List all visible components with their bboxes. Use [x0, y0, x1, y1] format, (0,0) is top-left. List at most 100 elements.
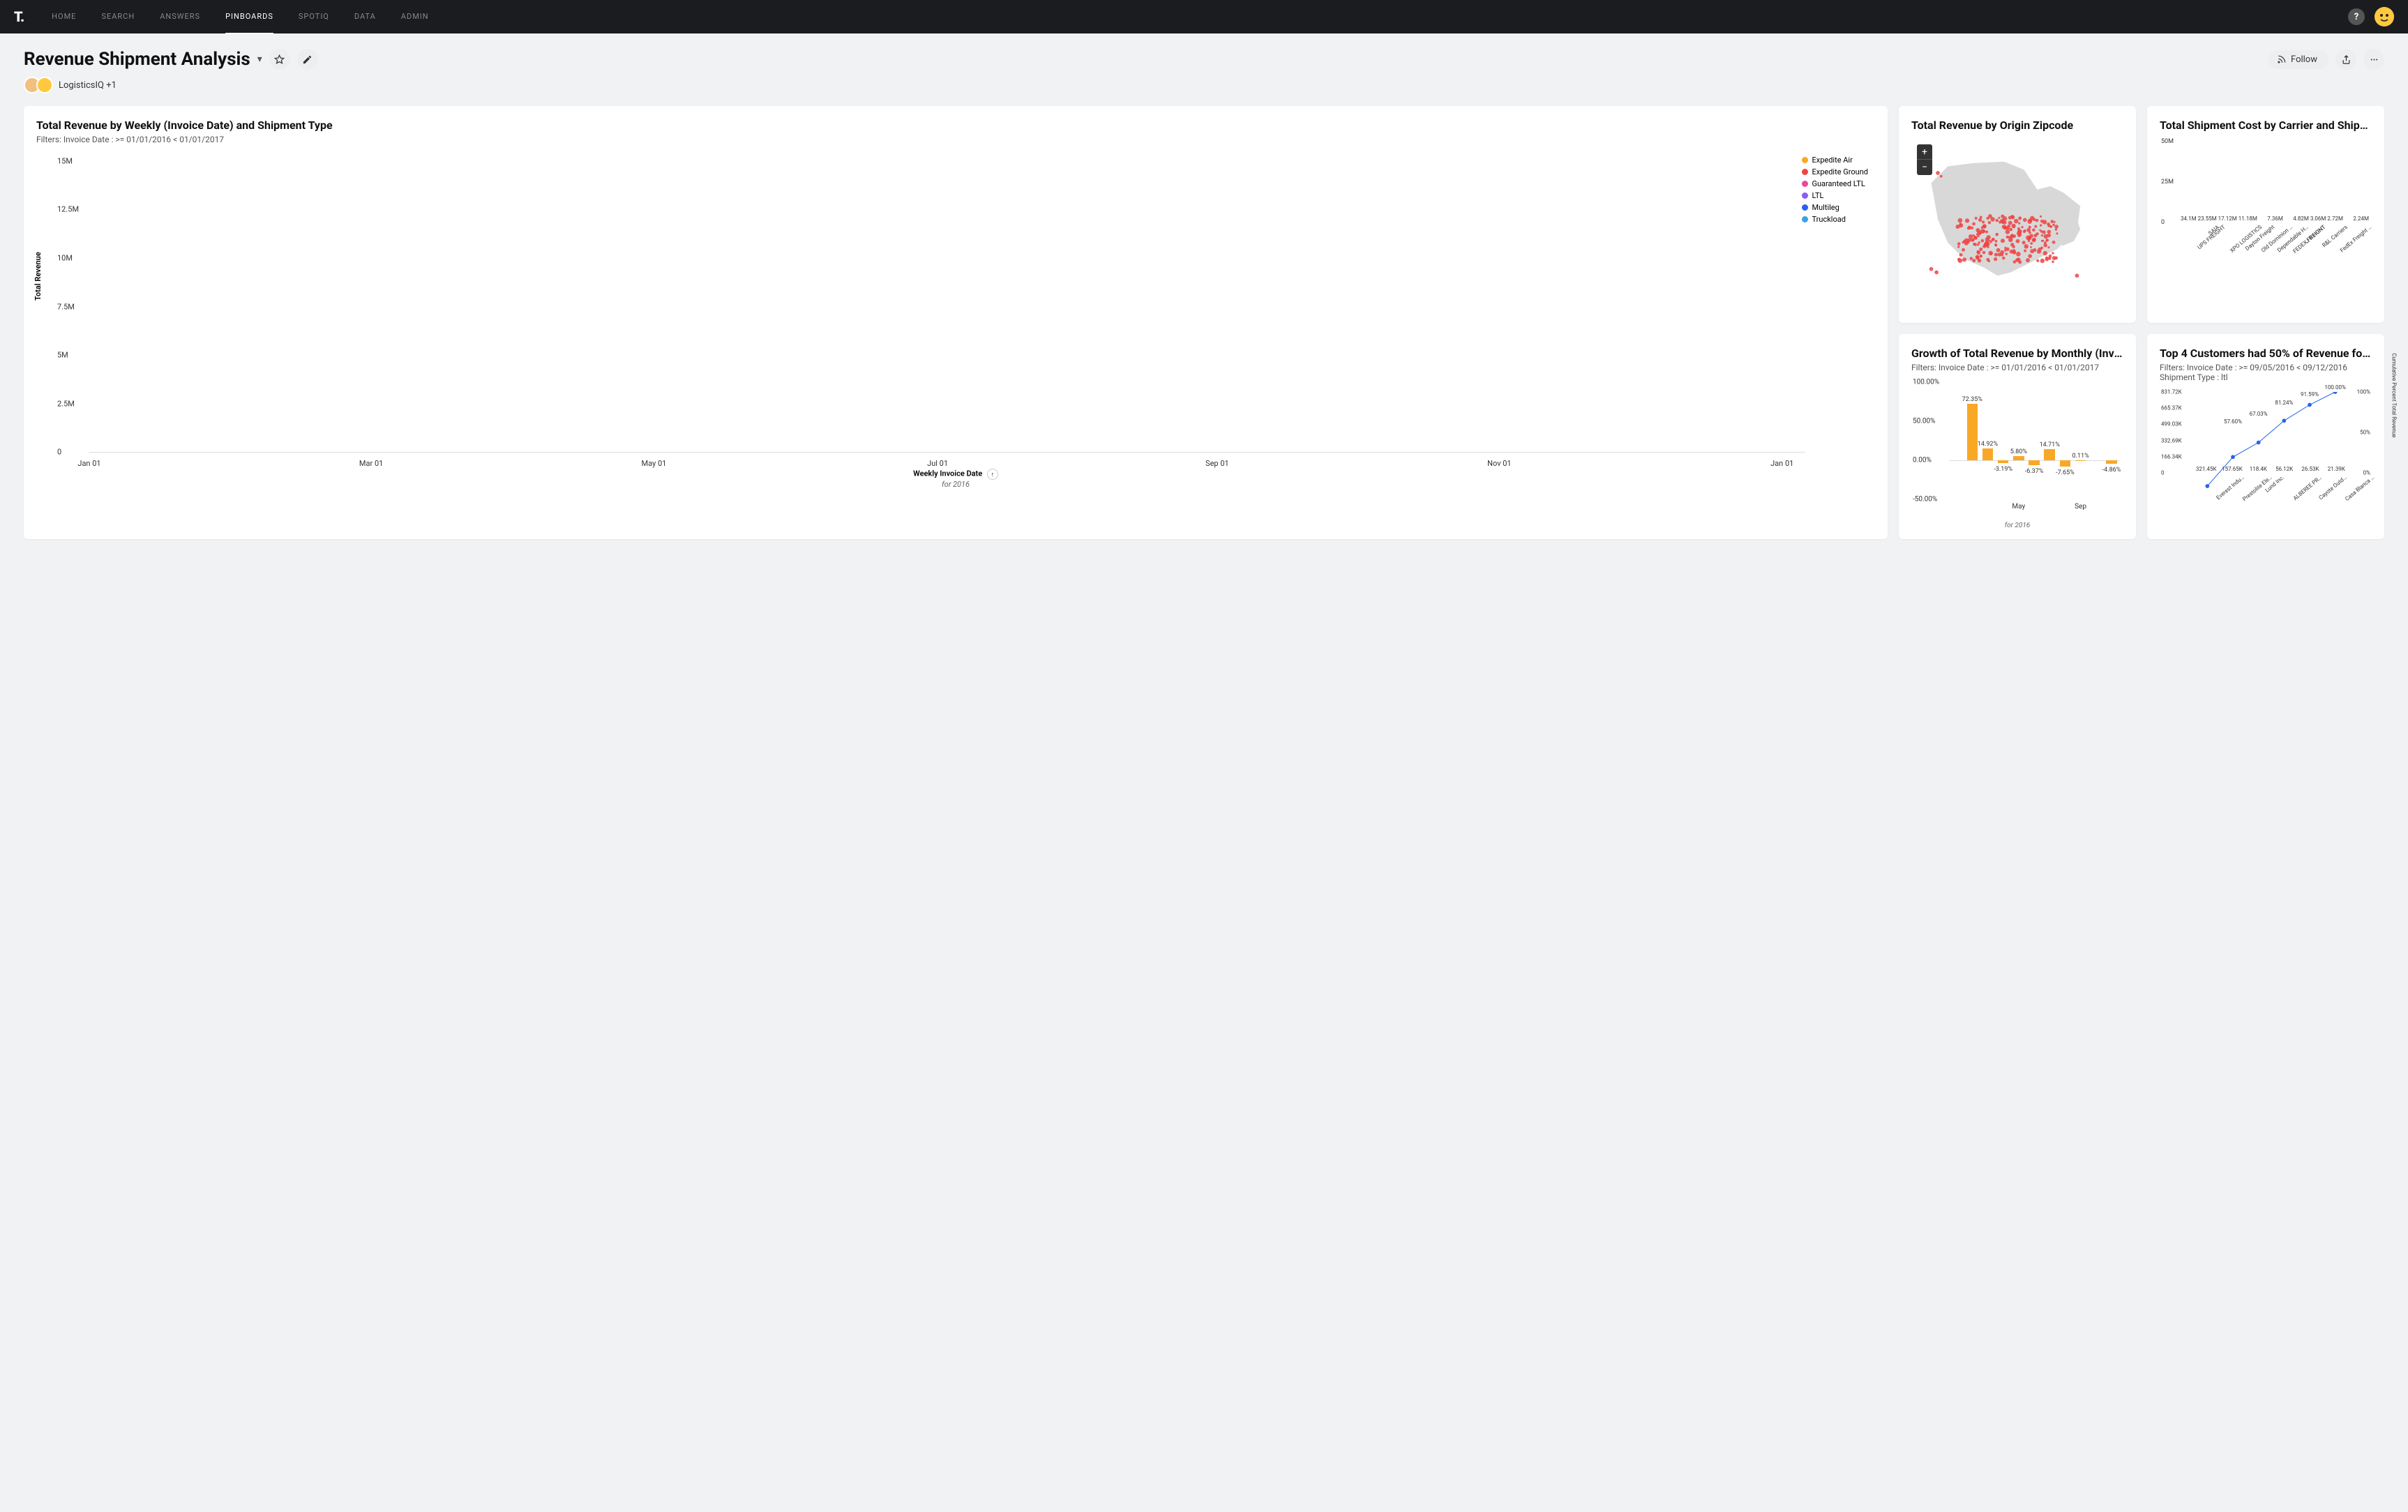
bar[interactable]: 34.1M — [2181, 216, 2197, 222]
bar[interactable]: 2.72M — [2327, 216, 2343, 222]
page-title: Revenue Shipment Analysis — [24, 49, 250, 70]
card-growth-monthly: Growth of Total Revenue by Monthly (Invo… — [1899, 334, 2136, 539]
more-button[interactable] — [2363, 49, 2384, 70]
y-tick: -50.00% — [1913, 496, 1937, 504]
bar[interactable]: 4.82M — [2293, 216, 2309, 222]
user-avatar[interactable] — [2375, 7, 2394, 27]
line-label: 100.00% — [2324, 384, 2345, 391]
y-tick: 7.5M — [57, 302, 75, 311]
y-tick: 50M — [2161, 138, 2174, 145]
x-tick: Jul 01 — [927, 459, 948, 468]
bar[interactable] — [2089, 382, 2104, 499]
owner-avatars[interactable] — [24, 77, 53, 93]
y-tick: 15M — [57, 157, 73, 166]
bar[interactable]: 21.39K — [2325, 466, 2348, 473]
bar[interactable]: 26.53K — [2298, 466, 2322, 473]
title-dropdown-icon[interactable]: ▾ — [257, 54, 262, 65]
nav-item-spotiq[interactable]: SPOTIQ — [299, 0, 329, 34]
y-tick: 166.34K — [2161, 453, 2182, 460]
bar[interactable]: 118.4K — [2247, 466, 2270, 473]
bar[interactable]: -3.19% — [1996, 382, 2011, 499]
share-button[interactable] — [2335, 49, 2356, 70]
card-filters: Filters: Invoice Date : >= 01/01/2016 < … — [36, 135, 1875, 144]
y-tick: 0 — [2161, 470, 2165, 476]
card-top-customers: Top 4 Customers had 50% of Revenue for …… — [2147, 334, 2384, 539]
card-revenue-weekly: Total Revenue by Weekly (Invoice Date) a… — [24, 106, 1888, 539]
legend-item[interactable]: Guaranteed LTL — [1802, 179, 1869, 188]
nav-item-pinboards[interactable]: PINBOARDS — [225, 0, 273, 34]
y-tick: 5M — [57, 350, 68, 359]
rss-icon — [2277, 54, 2287, 64]
bar[interactable]: 17.12M — [2218, 216, 2237, 222]
follow-button[interactable]: Follow — [2268, 50, 2328, 69]
bar[interactable]: 2.24M — [2353, 216, 2369, 222]
bar[interactable]: 7.36M — [2267, 216, 2283, 222]
x-tick: Nov 01 — [1487, 459, 1511, 468]
bar[interactable]: 11.18M — [2238, 216, 2257, 222]
bar[interactable]: 3.06M — [2310, 216, 2326, 222]
y-tick: 10M — [57, 253, 73, 262]
legend-item[interactable]: Expedite Ground — [1802, 167, 1869, 176]
legend-item[interactable]: Multileg — [1802, 203, 1869, 212]
owner-label[interactable]: LogisticsIQ +1 — [59, 80, 116, 91]
y-tick: 665.37K — [2161, 405, 2182, 411]
y-axis-label: Total Revenue — [33, 252, 43, 301]
map[interactable]: + − — [1911, 139, 2123, 313]
card-filters: Filters: Invoice Date : >= 09/05/2016 < … — [2160, 363, 2372, 372]
bar[interactable]: 14.71% — [2042, 382, 2057, 499]
chart-plot[interactable]: 321.45K157.65K118.4K56.12K26.53K21.39K 0… — [2195, 392, 2348, 473]
favorite-button[interactable] — [269, 49, 290, 70]
nav-item-answers[interactable]: ANSWERS — [160, 0, 200, 34]
help-icon[interactable]: ? — [2348, 8, 2365, 25]
y2-tick: 100% — [2357, 389, 2370, 395]
card-title: Total Shipment Cost by Carrier and Shipm… — [2160, 119, 2372, 132]
y-tick: 100.00% — [1913, 379, 1939, 386]
x-ticks: Jan 01Mar 01May 01Jul 01Sep 01Nov 01Jan … — [89, 459, 1805, 468]
nav: HOME SEARCH ANSWERS PINBOARDS SPOTIQ DATA ADMI… — [52, 0, 428, 34]
y-tick: 0 — [57, 448, 61, 457]
map-zoom-in[interactable]: + — [1917, 144, 1932, 160]
card-title: Growth of Total Revenue by Monthly (Invo… — [1911, 347, 2123, 360]
bar[interactable]: 23.55M — [2198, 216, 2217, 222]
edit-button[interactable] — [297, 49, 318, 70]
bar[interactable]: 56.12K — [2273, 466, 2296, 473]
bar[interactable]: 321.45K — [2195, 466, 2218, 473]
nav-item-home[interactable]: HOME — [52, 0, 76, 34]
card-filters-2: Shipment Type : ltl — [2160, 372, 2372, 382]
y-tick: 831.72K — [2161, 389, 2182, 395]
nav-item-data[interactable]: DATA — [354, 0, 376, 34]
nav-item-admin[interactable]: ADMIN — [401, 0, 429, 34]
card-revenue-zipcode: Total Revenue by Origin Zipcode + − — [1899, 106, 2136, 323]
legend-item[interactable]: Expedite Air — [1802, 156, 1869, 165]
card-filters: Filters: Invoice Date : >= 01/01/2016 < … — [1911, 363, 2123, 372]
page-header: Revenue Shipment Analysis ▾ LogisticsIQ … — [0, 33, 2408, 106]
chart-plot[interactable]: -50.00%0.00%50.00%100.00%72.35%14.92%-3.… — [1949, 382, 2119, 499]
logo[interactable]: T. — [14, 8, 24, 25]
bar[interactable]: 157.65K — [2220, 466, 2243, 473]
chart-plot[interactable]: 34.1M23.55M17.12M11.18M7.36M4.82M3.06M2.… — [2181, 142, 2369, 222]
bar[interactable]: -7.65% — [2057, 382, 2072, 499]
map-zoom-out[interactable]: − — [1917, 160, 1932, 175]
bar[interactable]: 14.92% — [1980, 382, 1995, 499]
x-tick: Mar 01 — [359, 459, 383, 468]
bar[interactable]: 5.80% — [2011, 382, 2026, 499]
chart-plot[interactable]: 02.5M5M7.5M10M12.5M15M — [89, 161, 1805, 453]
legend-item[interactable]: Truckload — [1802, 215, 1869, 224]
nav-item-search[interactable]: SEARCH — [101, 0, 135, 34]
line-label: 81.24% — [2275, 400, 2293, 406]
legend-item[interactable]: LTL — [1802, 191, 1869, 200]
bar[interactable]: -4.86% — [2104, 382, 2119, 499]
x-tick: May — [2012, 503, 2025, 511]
y-tick: 25M — [2161, 179, 2174, 186]
x-tick: Jan 01 — [1770, 459, 1793, 468]
y-tick: 499.03K — [2161, 421, 2182, 428]
y-tick: 332.69K — [2161, 437, 2182, 444]
card-title: Total Revenue by Origin Zipcode — [1911, 119, 2123, 132]
sort-icon[interactable]: ↑ — [987, 469, 998, 480]
y2-tick: 50% — [2360, 430, 2370, 436]
secondary-y-label: Cumulative Percent Total Revenue — [2391, 353, 2398, 437]
chart-caption: for 2016 — [1911, 522, 2123, 529]
x-tick: Sep — [2075, 503, 2086, 511]
y-tick: 12.5M — [57, 205, 79, 214]
bar[interactable]: 0.11% — [2073, 382, 2089, 499]
